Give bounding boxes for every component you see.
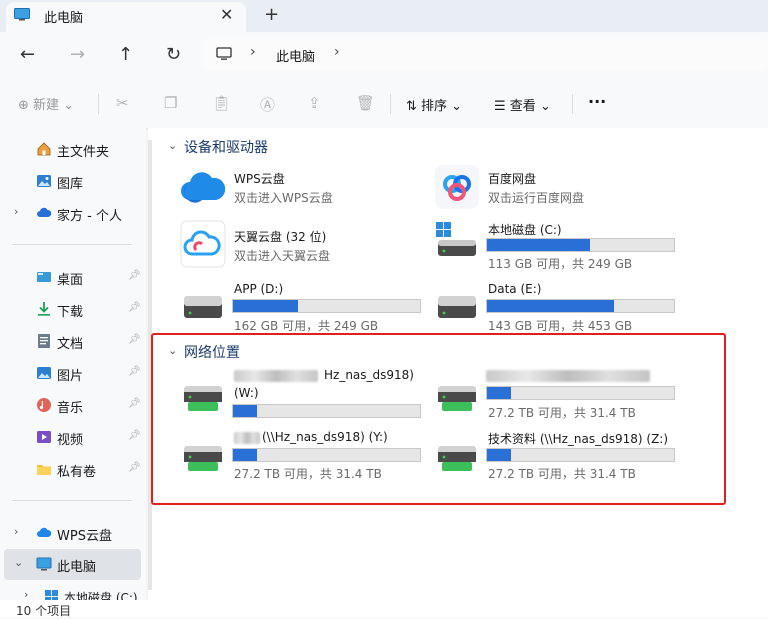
tab-this-pc[interactable] [6,2,246,32]
sidebar-item-documents[interactable]: 文档 📌︎ [0,326,146,356]
chevron-down-icon[interactable]: ⌄ [14,556,23,569]
music-icon [37,398,51,412]
copy-icon[interactable]: ❐ [164,94,177,112]
pin-icon[interactable]: 📌︎ [128,398,141,409]
sidebar-item-pictures[interactable]: 图片 📌︎ [0,358,146,388]
delete-icon[interactable]: 🗑︎ [356,94,375,112]
tile-wps-cloud[interactable]: WPS云盘 双击进入WPS云盘 [178,164,418,212]
chevron-right-icon[interactable]: › [14,525,18,538]
refresh-icon[interactable]: ↻ [166,44,181,65]
usage-bar [232,299,421,313]
cloud-icon [37,207,52,217]
pin-icon[interactable]: 📌︎ [128,270,141,281]
sidebar-item-home[interactable]: 主文件夹 [0,134,146,164]
sidebar-divider [12,244,132,245]
view-button[interactable]: ☰ 查看 ⌄ [494,95,551,114]
new-button[interactable]: ⊕ 新建 ⌄ [18,94,74,113]
sidebar-item-music[interactable]: 音乐 📌︎ [0,390,146,420]
sidebar-item-gallery[interactable]: 图库 [0,166,146,196]
baidu-netdisk-icon [435,165,479,209]
paste-icon[interactable]: 📋︎ [212,94,231,112]
tile-data-e[interactable]: Data (E:) 143 GB 可用，共 453 GB [432,280,682,334]
video-icon [37,431,51,443]
view-list-icon: ☰ [494,99,510,114]
wps-cloud-icon [37,527,52,537]
forward-arrow-icon[interactable]: → [70,44,85,65]
drive-icon [184,296,222,318]
sort-icon: ⇅ [406,99,422,114]
group-title-devices[interactable]: 设备和驱动器 [184,137,268,157]
monitor-icon [14,8,30,21]
pc-icon [36,557,52,571]
share-icon[interactable]: ⇪ [308,94,321,112]
pin-icon[interactable]: 📌︎ [128,302,141,313]
sidebar-item-desktop[interactable]: 桌面 📌︎ [0,262,146,292]
chevron-right-icon[interactable]: › [24,588,28,600]
back-arrow-icon[interactable]: ← [20,44,35,65]
separator [572,94,573,114]
new-tab-icon[interactable]: + [264,4,279,25]
chevron-down-icon[interactable]: ⌄ [168,139,177,152]
sidebar-item-personal-cloud[interactable]: › 家方 - 个人 [0,198,146,228]
folder-icon [37,465,51,475]
download-icon [38,302,50,316]
sort-button[interactable]: ⇅ 排序 ⌄ [406,95,462,114]
sidebar-item-this-pc[interactable]: ⌄ 此电脑 [4,549,141,580]
pin-icon[interactable]: 📌︎ [128,334,141,345]
pin-icon[interactable]: 📌︎ [128,430,141,441]
tianyi-cloud-icon [180,220,226,268]
usage-bar [486,238,675,252]
drive-icon [438,296,476,318]
item-count: 10 个项目 [16,604,72,618]
sidebar-item-wps-cloud[interactable]: › WPS云盘 [0,518,146,548]
tile-baidu-netdisk[interactable]: 百度网盘 双击运行百度网盘 [432,164,672,212]
tile-tianyi-cloud[interactable]: 天翼云盘 (32 位) 双击进入天翼云盘 [178,220,418,270]
pc-icon [216,47,232,60]
up-arrow-icon[interactable]: ↑ [118,44,133,65]
usage-bar [486,299,675,313]
separator [98,94,99,114]
sidebar-item-videos[interactable]: 视频 📌︎ [0,422,146,452]
status-bar [0,600,768,618]
desktop-icon [37,272,51,282]
rename-icon[interactable]: Ⓐ [260,94,275,115]
more-options-icon[interactable]: ··· [588,92,606,111]
breadcrumb-chevron-icon[interactable]: › [250,44,256,60]
picture-icon [37,367,51,379]
pin-icon[interactable]: 📌︎ [128,366,141,377]
tab-title: 此电脑 [44,11,84,26]
breadcrumb-this-pc[interactable]: 此电脑 [276,46,315,65]
sidebar-divider [12,500,132,501]
gallery-icon [37,175,51,187]
document-icon [38,334,50,348]
windows-drive-icon [45,590,58,600]
windows-drive-icon [436,222,476,256]
separator [390,94,391,114]
sidebar-item-private-volume[interactable]: 私有卷 📌︎ [0,454,146,484]
pin-icon[interactable]: 📌︎ [128,462,141,473]
plus-circle-icon: ⊕ [18,98,34,113]
breadcrumb-chevron-icon[interactable]: › [334,44,340,60]
tile-app-d[interactable]: APP (D:) 162 GB 可用，共 249 GB [178,280,428,334]
close-icon[interactable]: ✕ [220,5,233,24]
sidebar-item-downloads[interactable]: 下载 📌︎ [0,294,146,324]
cut-icon[interactable]: ✂ [116,94,129,112]
home-icon [37,142,51,156]
wps-cloud-logo-icon [181,172,226,203]
sidebar-item-local-disk-c[interactable]: › 本地磁盘 (C:) [0,584,146,600]
chevron-right-icon[interactable]: › [14,205,18,218]
highlight-frame [151,333,726,505]
tile-local-disk-c[interactable]: 本地磁盘 (C:) 113 GB 可用，共 249 GB [432,218,682,272]
